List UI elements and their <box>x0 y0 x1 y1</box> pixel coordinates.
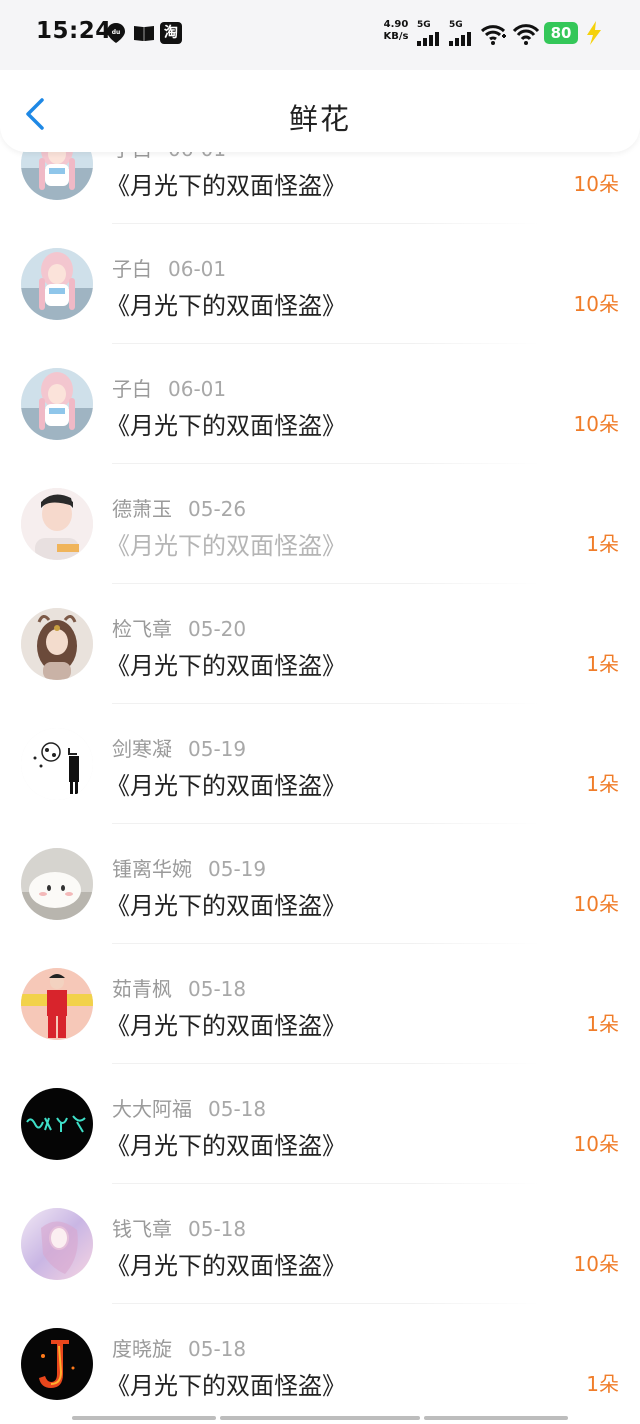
list-item[interactable]: 大大阿福 05-18 《月光下的双面怪盗》 10朵 <box>0 1064 640 1184</box>
list-item[interactable]: 度晓旋 05-18 《月光下的双面怪盗》 1朵 <box>0 1304 640 1424</box>
book-title: 《月光下的双面怪盗》 <box>106 172 346 200</box>
svg-text:du: du <box>112 29 121 36</box>
gift-date: 05-18 <box>188 1337 247 1361</box>
anime-girl-avatar[interactable] <box>21 368 93 440</box>
flower-count: 1朵 <box>586 1012 619 1036</box>
mochi-avatar[interactable] <box>21 848 93 920</box>
book-icon <box>132 22 156 44</box>
sender-name: 子白 <box>112 257 152 281</box>
list-item[interactable]: 子白 06-01 《月光下的双面怪盗》 10朵 <box>0 344 640 464</box>
status-bar: 15:24 du 淘 4.90 KB/s 5G 5G 80 <box>0 0 640 70</box>
neon-calligraphy-avatar[interactable] <box>21 1088 93 1160</box>
wifi-icon <box>512 22 540 46</box>
young-man-avatar[interactable] <box>21 488 93 560</box>
sketch-figure-avatar[interactable] <box>21 728 93 800</box>
flower-count: 1朵 <box>586 532 619 556</box>
gift-date: 05-20 <box>188 617 247 641</box>
status-time: 15:24 <box>36 18 112 44</box>
flower-count: 1朵 <box>586 652 619 676</box>
pastel-art-avatar[interactable] <box>21 1208 93 1280</box>
sender-name: 钱飞章 <box>112 1217 172 1241</box>
list-item[interactable]: 茹青枫 05-18 《月光下的双面怪盗》 1朵 <box>0 944 640 1064</box>
sender-name: 德萧玉 <box>112 497 172 521</box>
flower-count: 10朵 <box>573 292 619 316</box>
flower-count: 1朵 <box>586 1372 619 1396</box>
sender-name: 检飞章 <box>112 617 172 641</box>
signal-sim1-icon: 5G <box>417 20 445 46</box>
flower-gift-list: 子白 06-01 《月光下的双面怪盗》 10朵 子白 06-01 《月光下的双面怪盗… <box>0 104 640 1424</box>
battery-indicator: 80 <box>544 22 578 44</box>
sender-line: 度晓旋 05-18 <box>112 1333 246 1362</box>
sender-line: 德萧玉 05-26 <box>112 493 246 522</box>
anime-girl-avatar[interactable] <box>21 248 93 320</box>
sender-name: 锺离华婉 <box>112 857 192 881</box>
book-title: 《月光下的双面怪盗》 <box>106 1132 346 1160</box>
list-item[interactable]: 锺离华婉 05-19 《月光下的双面怪盗》 10朵 <box>0 824 640 944</box>
book-title: 《月光下的双面怪盗》 <box>106 532 346 560</box>
list-item[interactable]: 钱飞章 05-18 《月光下的双面怪盗》 10朵 <box>0 1184 640 1304</box>
sender-line: 子白 06-01 <box>112 373 226 402</box>
gesture-bar <box>424 1416 568 1420</box>
red-suit-avatar[interactable] <box>21 968 93 1040</box>
sender-line: 锺离华婉 05-19 <box>112 853 266 882</box>
wifi-calling-icon <box>480 22 508 46</box>
sender-name: 大大阿福 <box>112 1097 192 1121</box>
flower-count: 10朵 <box>573 1132 619 1156</box>
flower-count: 10朵 <box>573 412 619 436</box>
list-item[interactable]: 检飞章 05-20 《月光下的双面怪盗》 1朵 <box>0 584 640 704</box>
sender-line: 剑寒凝 05-19 <box>112 733 246 762</box>
book-title: 《月光下的双面怪盗》 <box>106 1252 346 1280</box>
book-title: 《月光下的双面怪盗》 <box>106 412 346 440</box>
book-title: 《月光下的双面怪盗》 <box>106 1012 346 1040</box>
list-item[interactable]: 子白 06-01 《月光下的双面怪盗》 10朵 <box>0 224 640 344</box>
book-title: 《月光下的双面怪盗》 <box>106 292 346 320</box>
gift-date: 06-01 <box>168 257 227 281</box>
sender-line: 茹青枫 05-18 <box>112 973 246 1002</box>
sender-name: 度晓旋 <box>112 1337 172 1361</box>
taobao-icon: 淘 <box>160 22 182 44</box>
page-title: 鲜花 <box>288 102 351 136</box>
gift-date: 05-26 <box>188 497 247 521</box>
sender-line: 子白 06-01 <box>112 253 226 282</box>
gift-date: 05-19 <box>188 737 247 761</box>
gesture-bar <box>220 1416 420 1420</box>
flower-count: 1朵 <box>586 772 619 796</box>
costume-girl-avatar[interactable] <box>21 608 93 680</box>
flower-count: 10朵 <box>573 892 619 916</box>
sender-name: 剑寒凝 <box>112 737 172 761</box>
list-item[interactable]: 德萧玉 05-26 《月光下的双面怪盗》 1朵 <box>0 464 640 584</box>
sender-line: 检飞章 05-20 <box>112 613 246 642</box>
gift-date: 05-18 <box>188 1217 247 1241</box>
sender-line: 大大阿福 05-18 <box>112 1093 266 1122</box>
gift-date: 05-18 <box>208 1097 267 1121</box>
book-title: 《月光下的双面怪盗》 <box>106 1372 346 1400</box>
gesture-bar <box>72 1416 216 1420</box>
baidu-map-icon: du <box>106 22 126 44</box>
sender-line: 钱飞章 05-18 <box>112 1213 246 1242</box>
signal-sim2-icon: 5G <box>449 20 477 46</box>
sender-name: 子白 <box>112 377 152 401</box>
nav-header: 鲜花 <box>0 70 640 152</box>
charging-bolt-icon <box>583 20 605 46</box>
gift-date: 05-18 <box>188 977 247 1001</box>
book-title: 《月光下的双面怪盗》 <box>106 892 346 920</box>
fire-letter-avatar[interactable] <box>21 1328 93 1400</box>
gift-date: 05-19 <box>208 857 267 881</box>
list-item[interactable]: 剑寒凝 05-19 《月光下的双面怪盗》 1朵 <box>0 704 640 824</box>
book-title: 《月光下的双面怪盗》 <box>106 772 346 800</box>
sender-name: 茹青枫 <box>112 977 172 1001</box>
book-title: 《月光下的双面怪盗》 <box>106 652 346 680</box>
flower-count: 10朵 <box>573 172 619 196</box>
flower-count: 10朵 <box>573 1252 619 1276</box>
gift-date: 06-01 <box>168 377 227 401</box>
network-speed: 4.90 KB/s <box>383 19 409 42</box>
